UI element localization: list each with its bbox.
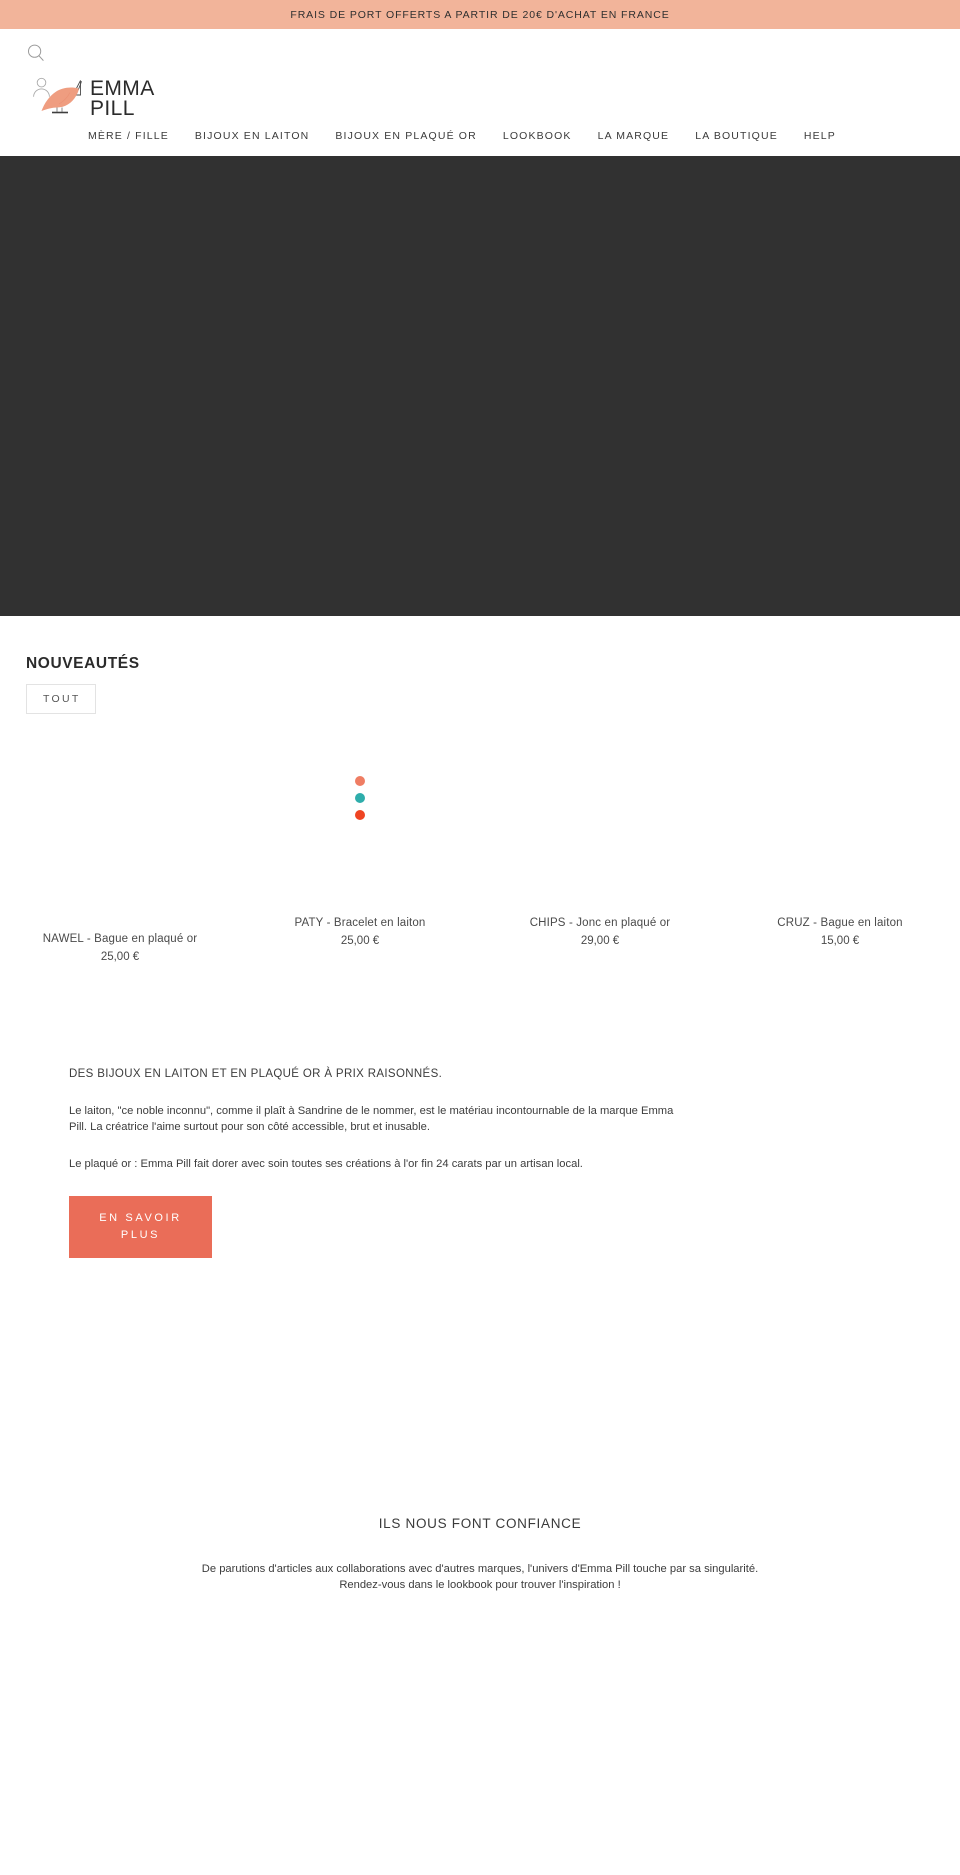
product-image-nawel[interactable] [0,720,240,916]
product-image-cruz[interactable] [720,720,960,916]
about-paragraph-1: Le laiton, "ce noble inconnu", comme il … [69,1105,674,1133]
product-price: 29,00 € [580,935,620,947]
brand-name: EMMA PILL [90,77,155,120]
nav-item-lookbook[interactable]: LOOKBOOK [490,129,585,143]
product-title: CRUZ - Bague en laiton [777,917,903,929]
nav-item-la-marque[interactable]: LA MARQUE [585,129,683,143]
filter-button-tout[interactable]: TOUT [26,684,96,714]
product-info: PATY - Bracelet en laiton 25,00 € [240,916,480,950]
product-info: CRUZ - Bague en laiton 15,00 € [720,916,960,950]
announcement-text: FRAIS DE PORT OFFERTS A PARTIR DE 20€ D'… [290,8,670,21]
nav-item-bijoux-en-laiton[interactable]: BIJOUX EN LAITON [182,129,322,143]
nav-item-mere-fille[interactable]: MÈRE / FILLE [88,129,182,143]
product-card-paty[interactable]: PATY - Bracelet en laiton 25,00 € [240,720,480,966]
product-card-cruz[interactable]: CRUZ - Bague en laiton 15,00 € [720,720,960,966]
nav-item-la-boutique[interactable]: LA BOUTIQUE [682,129,791,143]
filter-row: TOUT [0,684,960,714]
product-price: 25,00 € [340,935,380,947]
page-title: NOUVEAUTÉS [26,655,140,672]
about-section: DES BIJOUX EN LAITON ET EN PLAQUÉ OR À P… [0,966,700,1258]
color-swatch[interactable] [355,810,365,820]
brand-logo-link[interactable]: EMMA PILL [40,72,155,120]
search-icon[interactable] [26,43,46,63]
bird-logo-icon [40,78,86,120]
main-navigation: MÈRE / FILLE BIJOUX EN LAITON BIJOUX EN … [88,129,849,143]
trust-subtitle: De parutions d'articles aux collaboratio… [201,1563,759,1591]
product-title: NAWEL - Bague en plaqué or [42,933,198,945]
trust-section: ILS NOUS FONT CONFIANCE De parutions d'a… [0,1514,960,1593]
product-grid: NAWEL - Bague en plaqué or 25,00 € PATY … [0,720,960,966]
trust-title: ILS NOUS FONT CONFIANCE [378,1516,582,1531]
nav-item-help[interactable]: HELP [791,129,849,143]
site-header: EMMA PILL MÈRE / FILLE BIJOUX EN LAITON … [0,29,960,156]
color-swatch-list [355,776,365,820]
hero-banner[interactable] [0,156,960,616]
color-swatch[interactable] [355,793,365,803]
product-info: CHIPS - Jonc en plaqué or 29,00 € [480,916,720,950]
product-price: 15,00 € [820,935,860,947]
announcement-bar: FRAIS DE PORT OFFERTS A PARTIR DE 20€ D'… [0,0,960,29]
nav-item-bijoux-en-plaque-or[interactable]: BIJOUX EN PLAQUÉ OR [322,129,489,143]
about-paragraph-2: Le plaqué or : Emma Pill fait dorer avec… [69,1158,583,1170]
new-arrivals-section: NOUVEAUTÉS TOUT NAWEL - Bague en plaqué … [0,616,960,966]
product-title: PATY - Bracelet en laiton [294,917,426,929]
product-title: CHIPS - Jonc en plaqué or [529,917,671,929]
page-root: FRAIS DE PORT OFFERTS A PARTIR DE 20€ D'… [0,0,960,1875]
product-image-chips[interactable] [480,720,720,916]
learn-more-button[interactable]: EN SAVOIR PLUS [69,1196,212,1258]
bottom-spacer [0,1593,960,1743]
product-info: NAWEL - Bague en plaqué or 25,00 € [0,932,240,966]
color-swatch[interactable] [355,776,365,786]
product-card-nawel[interactable]: NAWEL - Bague en plaqué or 25,00 € [0,720,240,966]
product-card-chips[interactable]: CHIPS - Jonc en plaqué or 29,00 € [480,720,720,966]
about-title: DES BIJOUX EN LAITON ET EN PLAQUÉ OR À P… [69,1068,443,1080]
product-price: 25,00 € [100,951,140,963]
